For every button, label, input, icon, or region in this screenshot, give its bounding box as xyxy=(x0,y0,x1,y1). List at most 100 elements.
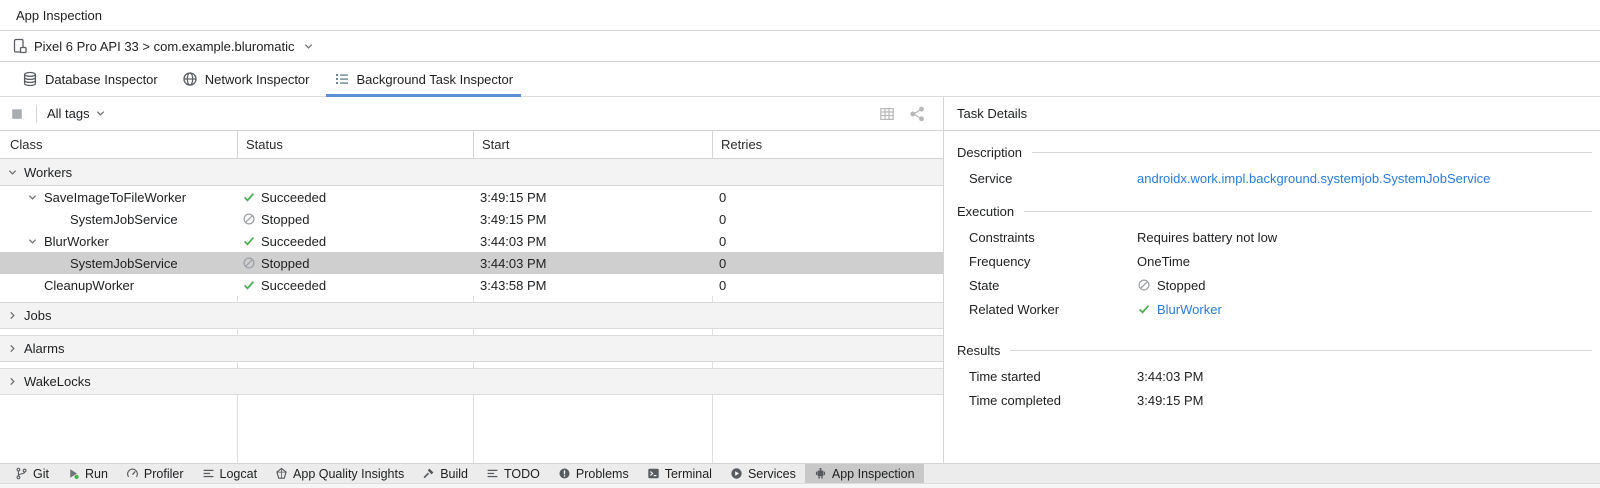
tab-network-inspector[interactable]: Network Inspector xyxy=(170,62,322,96)
table-header: Class Status Start Retries xyxy=(0,131,943,159)
service-link[interactable]: androidx.work.impl.background.systemjob.… xyxy=(1137,171,1490,186)
task-list-icon xyxy=(334,71,350,87)
table-toolbar: All tags xyxy=(0,97,943,131)
worker-class: SaveImageToFileWorker xyxy=(44,190,186,205)
section-execution: Execution xyxy=(957,204,1592,219)
toolbar-item-app-quality-insights[interactable]: App Quality Insights xyxy=(266,464,413,483)
filter-label: All tags xyxy=(47,106,90,121)
toolbar-item-profiler[interactable]: Profiler xyxy=(117,464,193,483)
group-row-alarms[interactable]: Alarms xyxy=(0,335,943,362)
tool-window-bar: Git Run Profiler Logcat App Quality Insi… xyxy=(0,463,1600,483)
group-row-wakelocks[interactable]: WakeLocks xyxy=(0,368,943,395)
related-worker-link[interactable]: BlurWorker xyxy=(1157,302,1222,317)
table-row[interactable]: SaveImageToFileWorker Succeeded 3:49:15 … xyxy=(0,186,943,208)
graph-view-icon[interactable] xyxy=(909,106,925,122)
toolbar-item-app-inspection[interactable]: App Inspection xyxy=(805,464,924,483)
toolbar-item-logcat[interactable]: Logcat xyxy=(193,464,267,483)
detail-row-related-worker: Related Worker BlurWorker xyxy=(969,297,1592,321)
chevron-right-icon xyxy=(8,311,17,320)
section-rule xyxy=(1010,350,1592,351)
detail-row-time-completed: Time completed 3:49:15 PM xyxy=(969,388,1592,412)
retries-count: 0 xyxy=(712,256,943,271)
detail-row-time-started: Time started 3:44:03 PM xyxy=(969,364,1592,388)
section-rule xyxy=(1032,152,1592,153)
toolbar-item-run[interactable]: Run xyxy=(58,464,117,483)
section-title: Execution xyxy=(957,204,1014,219)
column-header-class[interactable]: Class xyxy=(0,137,237,152)
status-text: Succeeded xyxy=(261,234,326,249)
stopped-slash-icon xyxy=(1137,278,1151,292)
detail-row-frequency: Frequency OneTime xyxy=(969,249,1592,273)
column-header-start[interactable]: Start xyxy=(473,131,712,158)
problems-icon xyxy=(558,467,571,480)
toolbar-separator xyxy=(36,105,37,123)
section-rule xyxy=(1024,211,1592,212)
group-row-jobs[interactable]: Jobs xyxy=(0,302,943,329)
worker-class: SystemJobService xyxy=(70,256,178,271)
detail-label: State xyxy=(969,278,1137,293)
toolbar-item-services[interactable]: Services xyxy=(721,464,805,483)
worker-class: BlurWorker xyxy=(44,234,109,249)
detail-value: 3:44:03 PM xyxy=(1137,369,1204,384)
detail-value: Stopped xyxy=(1157,278,1205,293)
profiler-gauge-icon xyxy=(126,467,139,480)
chevron-down-icon xyxy=(28,193,37,202)
start-time: 3:44:03 PM xyxy=(473,256,712,271)
detail-label: Service xyxy=(969,171,1137,186)
logcat-lines-icon xyxy=(202,467,215,480)
chevron-down-icon xyxy=(304,42,313,51)
inspector-tabs: Database Inspector Network Inspector Bac… xyxy=(0,62,1600,97)
group-label: Alarms xyxy=(24,341,64,356)
detail-label: Time completed xyxy=(969,393,1137,408)
stopped-slash-icon xyxy=(242,212,256,226)
column-header-retries[interactable]: Retries xyxy=(712,131,943,158)
detail-label: Elapsed time xyxy=(969,421,1137,422)
chevron-down-icon xyxy=(28,237,37,246)
detail-value: OneTime xyxy=(1137,254,1190,269)
tab-label: Network Inspector xyxy=(205,72,310,87)
toolbar-item-terminal[interactable]: Terminal xyxy=(638,464,721,483)
tab-database-inspector[interactable]: Database Inspector xyxy=(10,62,170,96)
section-results: Results xyxy=(957,343,1592,358)
tab-label: Background Task Inspector xyxy=(357,72,514,87)
toolbar-item-git[interactable]: Git xyxy=(6,464,58,483)
detail-row-state: State Stopped xyxy=(969,273,1592,297)
all-tags-dropdown[interactable]: All tags xyxy=(47,106,105,121)
toolbar-item-todo[interactable]: TODO xyxy=(477,464,549,483)
process-selector-bar[interactable]: Pixel 6 Pro API 33 > com.example.bluroma… xyxy=(0,31,1600,62)
git-branch-icon xyxy=(15,467,28,480)
toolbar-item-problems[interactable]: Problems xyxy=(549,464,638,483)
table-row-selected[interactable]: SystemJobService Stopped 3:44:03 PM 0 xyxy=(0,252,943,274)
stopped-slash-icon xyxy=(242,256,256,270)
detail-label: Time started xyxy=(969,369,1137,384)
detail-value: 3:49:15 PM xyxy=(1137,393,1204,408)
status-text: Succeeded xyxy=(261,278,326,293)
detail-label: Constraints xyxy=(969,230,1137,245)
status-strip xyxy=(0,483,1600,488)
start-time: 3:49:15 PM xyxy=(473,190,712,205)
tab-background-task-inspector[interactable]: Background Task Inspector xyxy=(322,62,526,96)
detail-label: Related Worker xyxy=(969,302,1137,317)
app-inspection-robot-icon xyxy=(814,467,827,480)
table-row[interactable]: CleanupWorker Succeeded 3:43:58 PM 0 xyxy=(0,274,943,296)
detail-row-elapsed-clipped: Elapsed time 5m 11s 857ms xyxy=(957,412,1592,421)
section-title: Description xyxy=(957,145,1022,160)
tool-window-title: App Inspection xyxy=(16,8,102,23)
todo-list-icon xyxy=(486,467,499,480)
detail-value: Requires battery not low xyxy=(1137,230,1277,245)
table-view-icon[interactable] xyxy=(879,106,895,122)
chevron-right-icon xyxy=(8,377,17,386)
task-table-panel: All tags Class Status Start Retries Work… xyxy=(0,97,944,463)
toolbar-item-build[interactable]: Build xyxy=(413,464,477,483)
start-time: 3:49:15 PM xyxy=(473,212,712,227)
group-row-workers[interactable]: Workers xyxy=(0,159,943,186)
chevron-down-icon xyxy=(8,168,17,177)
services-play-icon xyxy=(730,467,743,480)
table-row[interactable]: BlurWorker Succeeded 3:44:03 PM 0 xyxy=(0,230,943,252)
terminal-icon xyxy=(647,467,660,480)
stop-inspector-icon[interactable] xyxy=(10,107,24,121)
column-header-status[interactable]: Status xyxy=(237,131,473,158)
device-icon xyxy=(12,38,28,54)
database-icon xyxy=(22,71,38,87)
table-row[interactable]: SystemJobService Stopped 3:49:15 PM 0 xyxy=(0,208,943,230)
